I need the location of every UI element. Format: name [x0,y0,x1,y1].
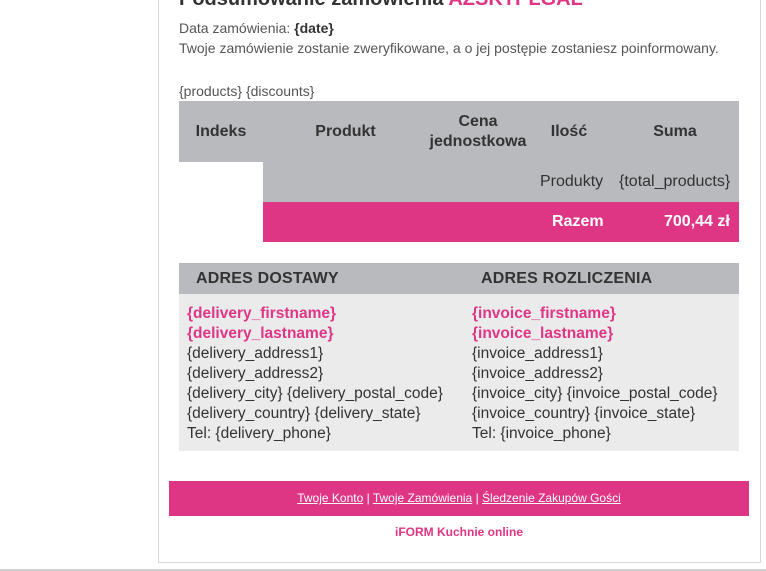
delivery-firstname: {delivery_firstname} [187,305,337,322]
invoice-address: {invoice_firstname} {invoice_lastname} {… [472,304,718,444]
products-subtotal-label: Produkty [540,173,604,190]
order-date-value: {date} [294,20,334,36]
invoice-address1: {invoice_address1} [472,345,603,362]
footer-links-bar: Twoje Konto | Twoje Zamówienia | Śledzen… [169,481,749,516]
delivery-address2: {delivery_address2} [187,365,324,382]
invoice-lastname: {invoice_lastname} [472,325,614,342]
products-subtotal-value: {total_products} [619,173,731,190]
invoice-city-postal: {invoice_city} {invoice_postal_code} [472,385,718,402]
products-subtotal-row: Produkty {total_products} [263,162,739,202]
my-account-link[interactable]: Twoje Konto [297,491,363,505]
delivery-city-postal: {delivery_city} {delivery_postal_code} [187,385,443,402]
status-message: Twoje zamówienie zostanie zweryfikowane,… [179,40,719,56]
invoice-address2: {invoice_address2} [472,365,603,382]
order-total-row: Razem 700,44 zł [263,202,739,242]
invoice-country-state: {invoice_country} {invoice_state} [472,405,696,422]
address-header: ADRES DOSTAWY ADRES ROZLICZENIA [179,263,739,294]
order-reference: AZSKTPLGAL [448,0,582,10]
col-header-unit-price: Cena jednostkowa [429,112,527,150]
col-header-quantity: Ilość [550,122,588,140]
order-total-label: Razem [552,213,604,230]
footer-separator: | [366,491,370,505]
delivery-lastname: {delivery_lastname} [187,325,334,342]
order-total-value: 700,44 zł [664,213,730,230]
page-title: Podsumowanie zamówienia AZSKTPLGAL [179,0,583,11]
footer-separator: | [475,491,479,505]
title-text: Podsumowanie zamówienia [179,0,444,10]
order-table-header: Indeks Produkt Cena jednostkowa Ilość Su… [179,101,739,162]
col-header-index: Indeks [195,122,247,140]
invoice-address-heading: ADRES ROZLICZENIA [481,270,653,287]
shop-name: iFORM Kuchnie online [395,525,523,539]
delivery-address-heading: ADRES DOSTAWY [196,270,339,287]
my-orders-link[interactable]: Twoje Zamówienia [373,491,472,505]
address-panel: {delivery_firstname} {delivery_lastname}… [179,294,739,451]
delivery-address1: {delivery_address1} [187,345,324,362]
order-date-label: Data zamówienia: [179,20,291,36]
delivery-country-state: {delivery_country} {delivery_state} [187,405,421,422]
guest-tracking-link[interactable]: Śledzenie Zakupów Gości [482,491,621,505]
col-header-sum: Suma [653,122,697,140]
invoice-firstname: {invoice_firstname} [472,305,616,322]
products-discounts-placeholder: {products} {discounts} [179,83,315,99]
invoice-phone: Tel: {invoice_phone} [472,425,611,442]
delivery-phone: Tel: {delivery_phone} [187,425,331,442]
col-header-product: Produkt [315,122,376,140]
delivery-address: {delivery_firstname} {delivery_lastname}… [187,304,443,444]
order-date: Data zamówienia: {date} [179,20,334,36]
